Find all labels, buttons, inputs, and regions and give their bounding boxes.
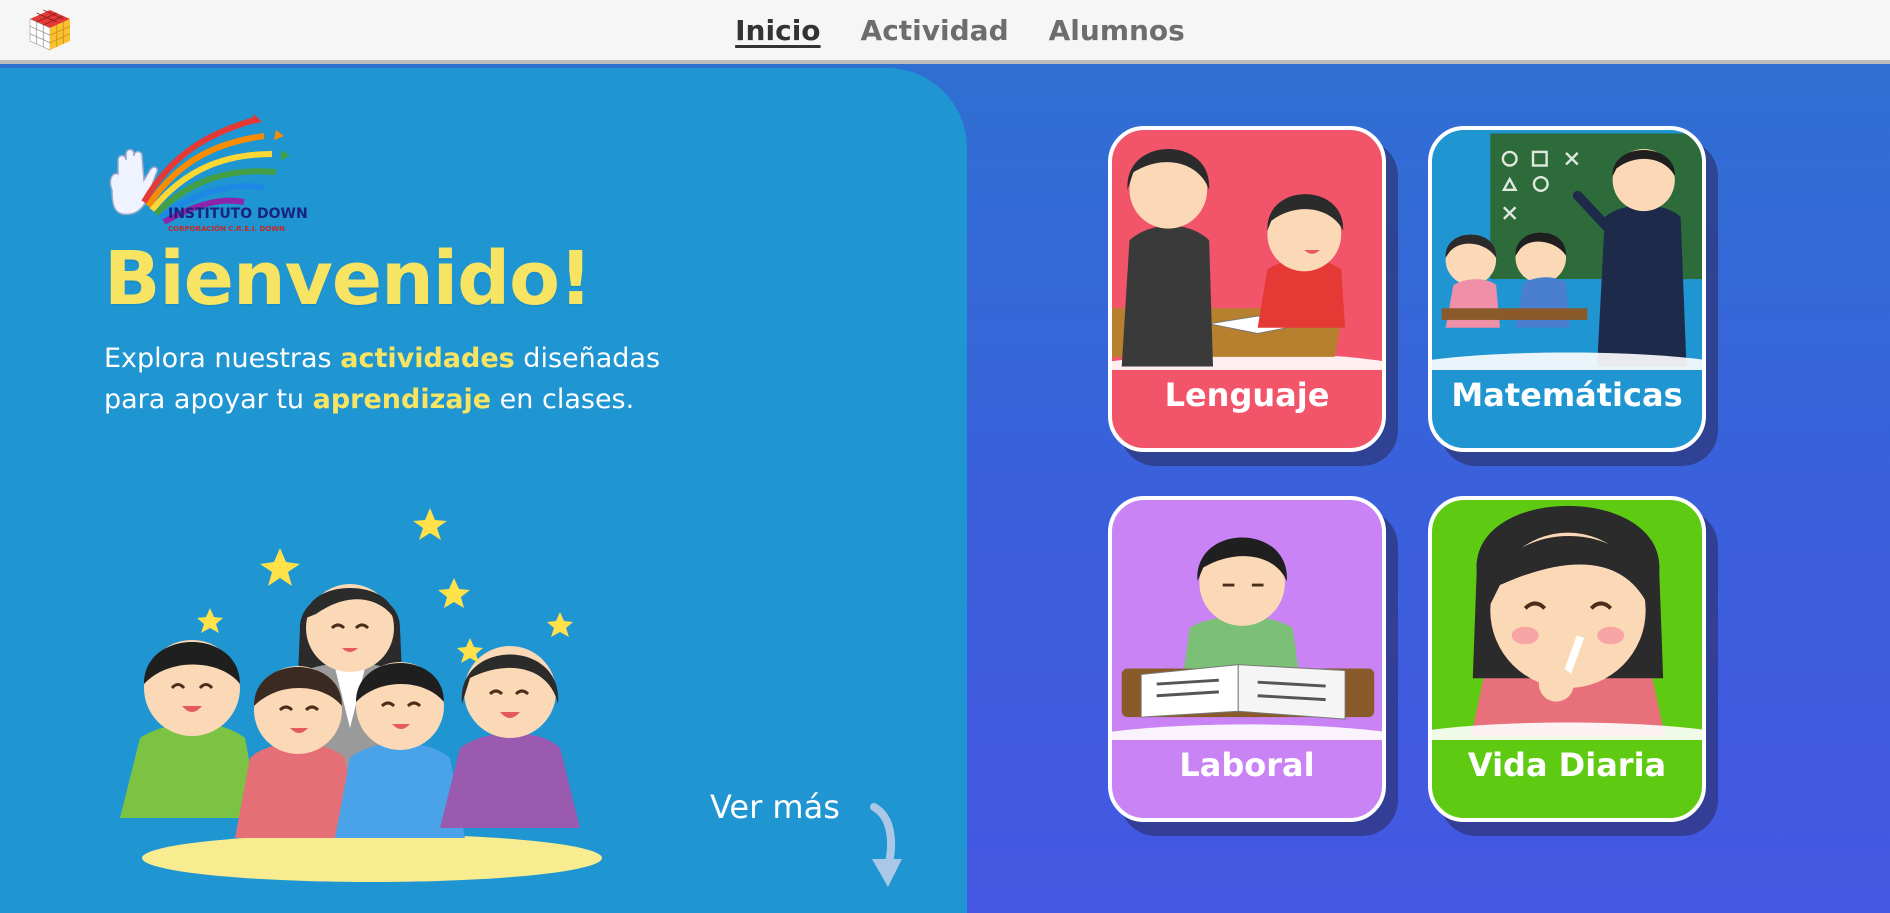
card-vida-diaria-label: Vida Diaria xyxy=(1467,746,1667,784)
card-lenguaje-label: Lenguaje xyxy=(1164,376,1330,414)
nav-alumnos[interactable]: Alumnos xyxy=(1049,14,1185,47)
hero-description: Explora nuestras actividades diseñadas p… xyxy=(104,343,661,415)
instituto-down-logo: INSTITUTO DOWN CORPORACIÓN C.R.E.I. DOWN xyxy=(109,114,308,233)
matematicas-illustration xyxy=(1432,130,1702,370)
laboral-illustration xyxy=(1112,500,1382,740)
nav-inicio[interactable]: Inicio xyxy=(735,14,820,47)
nav-actividad[interactable]: Actividad xyxy=(861,14,1009,47)
hero-panel: INSTITUTO DOWN CORPORACIÓN C.R.E.I. DOWN… xyxy=(0,68,967,913)
card-vida-diaria[interactable]: Vida Diaria xyxy=(1428,496,1706,822)
card-laboral[interactable]: Laboral xyxy=(1108,496,1386,822)
main-nav: Inicio Actividad Alumnos xyxy=(0,0,1890,60)
vida-diaria-illustration xyxy=(1432,500,1702,740)
lenguaje-illustration xyxy=(1112,130,1382,370)
logo-subtitle: CORPORACIÓN C.R.E.I. DOWN xyxy=(168,224,285,233)
children-illustration xyxy=(120,508,602,882)
card-lenguaje[interactable]: Lenguaje xyxy=(1108,126,1386,452)
logo-title: INSTITUTO DOWN xyxy=(168,206,308,222)
card-laboral-label: Laboral xyxy=(1179,746,1315,784)
card-matematicas-label: Matemáticas xyxy=(1451,376,1683,414)
card-matematicas[interactable]: Matemáticas xyxy=(1428,126,1706,452)
arrow-down-icon[interactable] xyxy=(866,803,906,891)
page-title: Bienvenido! xyxy=(104,236,593,322)
ver-mas-link[interactable]: Ver más xyxy=(710,788,840,826)
top-navbar: Inicio Actividad Alumnos xyxy=(0,0,1890,64)
